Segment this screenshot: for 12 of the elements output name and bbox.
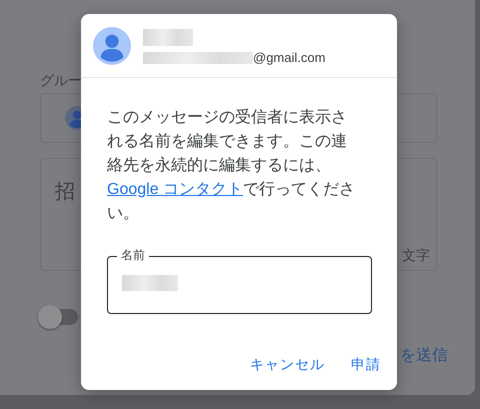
redacted-name (143, 29, 193, 46)
avatar-icon (93, 27, 131, 65)
field-placeholder: 招 (55, 181, 75, 203)
redacted-name (122, 275, 178, 291)
field-label: グルー (40, 71, 83, 90)
email-domain: @gmail.com (253, 51, 326, 65)
field-label: 名前 (117, 247, 149, 263)
dialog-message: このメッセージの受信者に表示される名前を編集できます。この連絡先を永続的に編集するには、 Google コンタクト で行ってください。 (107, 108, 356, 224)
character-count: 文字 (402, 246, 430, 265)
cancel-button[interactable]: キャンセル (242, 350, 333, 379)
contacts-link[interactable]: Google コンタクト (107, 181, 244, 198)
apply-button[interactable]: 申請 (343, 350, 389, 379)
